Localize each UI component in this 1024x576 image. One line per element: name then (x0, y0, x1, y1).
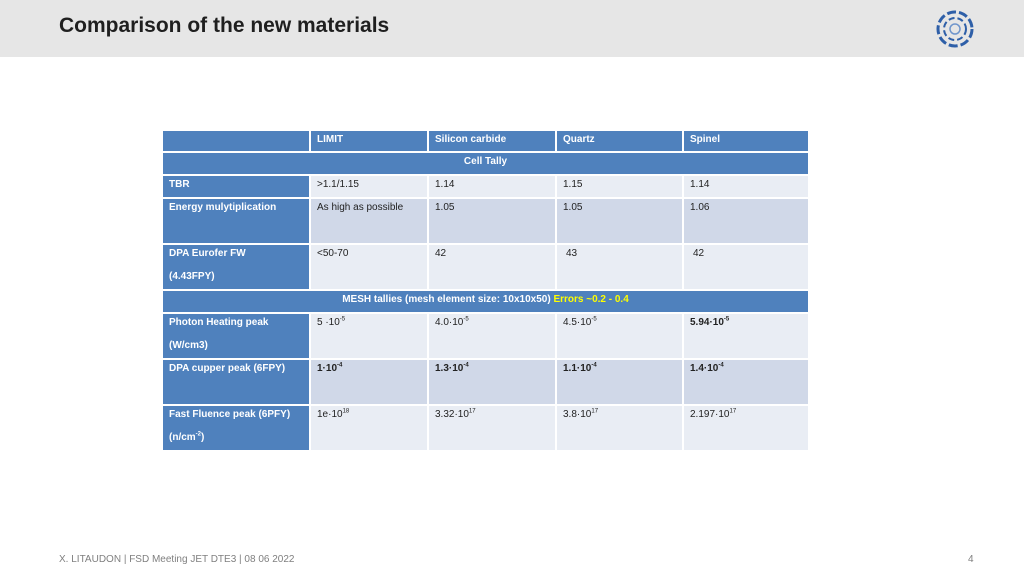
cell-dpa-eurofer-limit: <50-70 (309, 243, 429, 291)
cell-dpa-copper-spinel: 1.4·10-4 (682, 358, 810, 406)
value-base: 2.197·10 (690, 409, 730, 420)
value-exponent: -4 (337, 362, 343, 369)
value-base: 4.0·10 (435, 317, 464, 328)
cell-photon-sic: 4.0·10-5 (427, 312, 557, 360)
table-row: Energy mulytiplication As high as possib… (161, 197, 810, 245)
row-label-photon-line2: (W/cm3) (169, 340, 208, 351)
value-base: 5 ·10 (317, 317, 340, 328)
value-base: 3.8·10 (563, 409, 592, 420)
value-exponent: -4 (463, 362, 469, 369)
row-label-dpa-eurofer-line2: (4.43FPY) (169, 271, 215, 282)
cell-dpa-copper-quartz: 1.1·10-4 (555, 358, 684, 406)
row-label-fast-fluence: Fast Fluence peak (6PFY) (n/cm-2) (161, 404, 311, 452)
cell-dpa-eurofer-sic: 42 (427, 243, 557, 291)
value-base: 1.3·10 (435, 363, 464, 374)
value-exponent: 17 (468, 408, 476, 415)
page-number: 4 (968, 554, 974, 565)
row-label-dpa-eurofer: DPA Eurofer FW (4.43FPY) (161, 243, 311, 291)
cell-energy-quartz: 1.05 (555, 197, 684, 245)
title-bar: Comparison of the new materials (0, 0, 1024, 57)
row-label-energy: Energy mulytiplication (161, 197, 311, 245)
table-row: Photon Heating peak (W/cm3) 5 ·10-5 4.0·… (161, 312, 810, 360)
value-base: 1.1·10 (563, 363, 592, 374)
header-cell-empty (161, 129, 311, 153)
section-mesh-label: MESH tallies (mesh element size: 10x10x5… (342, 294, 551, 305)
value-exponent: -4 (718, 362, 724, 369)
value-exponent: -5 (339, 316, 346, 323)
row-label-dpa-eurofer-line1: DPA Eurofer FW (169, 248, 246, 259)
cell-fast-fluence-sic: 3.32·1017 (427, 404, 557, 452)
unit-base: (n/cm (169, 432, 196, 443)
table-row: TBR >1.1/1.15 1.14 1.15 1.14 (161, 174, 810, 199)
section-row-mesh: MESH tallies (mesh element size: 10x10x5… (161, 289, 810, 314)
cell-tbr-limit: >1.1/1.15 (309, 174, 429, 199)
cell-fast-fluence-limit: 1e·1018 (309, 404, 429, 452)
value-exponent: 17 (729, 408, 737, 415)
cell-dpa-copper-limit: 1·10-4 (309, 358, 429, 406)
cell-fast-fluence-quartz: 3.8·1017 (555, 404, 684, 452)
header-cell-spinel: Spinel (682, 129, 810, 153)
value-base: 1·10 (317, 363, 338, 374)
cell-tbr-sic: 1.14 (427, 174, 557, 199)
section-mesh-errors: Errors ~0.2 - 0.4 (553, 294, 629, 305)
cell-photon-quartz: 4.5·10-5 (555, 312, 684, 360)
row-label-dpa-copper: DPA cupper peak (6FPY) (161, 358, 311, 406)
row-label-fast-fluence-line1: Fast Fluence peak (6PFY) (169, 409, 291, 420)
ring-logo-icon (936, 10, 974, 48)
cell-tbr-spinel: 1.14 (682, 174, 810, 199)
row-label-tbr: TBR (161, 174, 311, 199)
section-cell-tally: Cell Tally (161, 151, 810, 176)
value-exponent: -5 (723, 316, 730, 323)
cell-dpa-copper-sic: 1.3·10-4 (427, 358, 557, 406)
section-cell-mesh: MESH tallies (mesh element size: 10x10x5… (161, 289, 810, 314)
row-label-photon: Photon Heating peak (W/cm3) (161, 312, 311, 360)
value-base: 5.94·10 (690, 317, 724, 328)
value-base: 1.4·10 (690, 363, 719, 374)
value-exponent: -4 (591, 362, 597, 369)
slide-title: Comparison of the new materials (59, 14, 390, 37)
value-exponent: 17 (591, 408, 599, 415)
footer-text: X. LITAUDON | FSD Meeting JET DTE3 | 08 … (59, 554, 295, 565)
row-label-photon-line1: Photon Heating peak (169, 317, 269, 328)
section-row-cell-tally: Cell Tally (161, 151, 810, 176)
cell-energy-spinel: 1.06 (682, 197, 810, 245)
value-base: 1e·10 (317, 409, 343, 420)
header-cell-limit: LIMIT (309, 129, 429, 153)
cell-fast-fluence-spinel: 2.197·1017 (682, 404, 810, 452)
header-cell-quartz: Quartz (555, 129, 684, 153)
cell-dpa-eurofer-spinel: 42 (682, 243, 810, 291)
table-row: DPA Eurofer FW (4.43FPY) <50-70 42 43 42 (161, 243, 810, 291)
value-base: 3.32·10 (435, 409, 469, 420)
cell-photon-limit: 5 ·10-5 (309, 312, 429, 360)
table-header-row: LIMIT Silicon carbide Quartz Spinel (161, 129, 810, 153)
value-exponent: -5 (591, 316, 597, 323)
header-cell-silicon-carbide: Silicon carbide (427, 129, 557, 153)
cell-energy-limit: As high as possible (309, 197, 429, 245)
table-row: DPA cupper peak (6FPY) 1·10-4 1.3·10-4 1… (161, 358, 810, 406)
materials-comparison-table: LIMIT Silicon carbide Quartz Spinel Cell… (161, 129, 810, 452)
cell-energy-sic: 1.05 (427, 197, 557, 245)
value-base: 4.5·10 (563, 317, 592, 328)
cell-tbr-quartz: 1.15 (555, 174, 684, 199)
value-exponent: 18 (342, 408, 350, 415)
unit-end: ) (201, 432, 205, 443)
value-exponent: -5 (463, 316, 469, 323)
cell-photon-spinel: 5.94·10-5 (682, 312, 810, 360)
table-row: Fast Fluence peak (6PFY) (n/cm-2) 1e·101… (161, 404, 810, 452)
cell-dpa-eurofer-quartz: 43 (555, 243, 684, 291)
row-label-fast-fluence-line2: (n/cm-2) (169, 432, 303, 443)
